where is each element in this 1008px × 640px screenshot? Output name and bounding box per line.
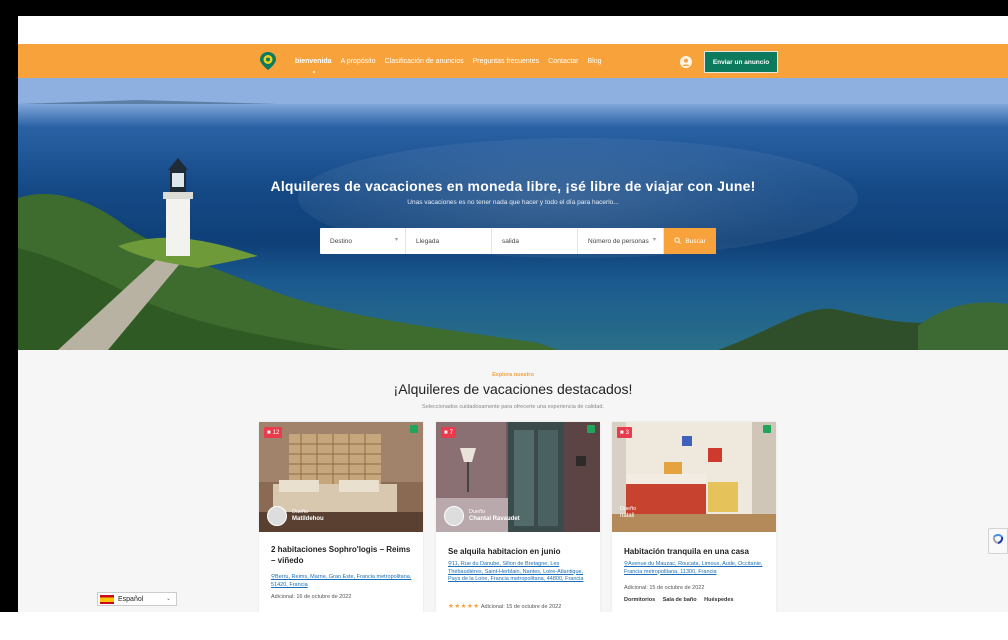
- owner-info: Dueño Matildehou: [267, 506, 324, 526]
- section-kicker: Explora nuestro: [492, 372, 534, 378]
- search-button[interactable]: Buscar: [664, 228, 716, 254]
- nav-link-faq[interactable]: Preguntas frecuentes: [473, 58, 540, 65]
- hero-title: Alquileres de vacaciones en moneda libre…: [270, 178, 756, 194]
- photo-count: 3: [625, 429, 629, 436]
- listing-date: Adicional: 16 de octubre de 2022: [271, 594, 352, 600]
- owner-info: Dueño Chantal Ravaudet: [444, 506, 520, 526]
- listing-address-link[interactable]: ⚲Avenue du Mauzac, Roucata, Limoux, Aude…: [624, 561, 769, 576]
- arrival-label: Llegada: [416, 237, 440, 245]
- photo-count-badge: ■ 3: [617, 427, 632, 438]
- photo-count-badge: ■ 12: [264, 427, 283, 438]
- listing-date: Adicional: 15 de octubre de 2022: [624, 585, 705, 591]
- chevron-down-icon: ▾: [394, 237, 398, 243]
- nav-link-contact[interactable]: Contactar: [548, 58, 578, 65]
- feature-bathroom: Sala de baño: [662, 597, 697, 603]
- hero-banner: Alquileres de vacaciones en moneda libre…: [18, 78, 1008, 350]
- photo-count: 12: [272, 429, 280, 436]
- window-top-bar: [0, 0, 1008, 16]
- rating-stars-icon: ★★★★★: [448, 603, 480, 610]
- owner-info: Dueño natali: [620, 506, 636, 520]
- owner-name: Chantal Ravaudet: [469, 516, 520, 522]
- chevron-down-icon: ▾: [652, 237, 656, 243]
- listing-title[interactable]: Se alquila habitacion en junio: [448, 546, 588, 557]
- avatar[interactable]: [444, 506, 464, 526]
- spain-flag-icon: [100, 594, 114, 604]
- departure-date-input[interactable]: salida: [492, 228, 578, 254]
- listing-address-link[interactable]: ⚲Berru, Reims, Marne, Gran Este, Francia…: [271, 574, 416, 589]
- top-navbar: bienvenida A propósito Clasificación de …: [18, 44, 1008, 78]
- featured-icon: [763, 425, 771, 433]
- language-label: Español: [118, 595, 144, 603]
- listing-title[interactable]: 2 habitaciones Sophro'logis – Reims – vi…: [271, 544, 411, 566]
- owner-name: natali: [620, 513, 635, 519]
- search-button-label: Buscar: [685, 237, 706, 245]
- listing-address: Berru, Reims, Marne, Gran Este, Francia …: [271, 574, 412, 588]
- listing-photo[interactable]: [612, 422, 776, 532]
- destination-label: Destino: [330, 237, 353, 245]
- section-title: ¡Alquileres de vacaciones destacados!: [393, 381, 633, 397]
- listing-address: 11, Rue du Danube, Sillon de Bretagne, L…: [448, 561, 584, 582]
- listing-card[interactable]: ■ 7 Dueño Chantal Ravaudet Se alquila ha…: [436, 422, 600, 622]
- listing-rating-row: ★★★★★ Adicional: 15 de octubre de 2022: [448, 602, 561, 610]
- window-left-edge: [0, 0, 18, 640]
- featured-icon: [587, 425, 595, 433]
- listing-features: Dormitorios Sala de baño Huéspedes: [624, 597, 740, 603]
- user-account-icon[interactable]: [680, 55, 692, 68]
- language-selector[interactable]: Español ⌄: [97, 592, 177, 606]
- nav-link-bienvenida[interactable]: bienvenida: [295, 58, 332, 73]
- departure-label: salida: [502, 237, 519, 245]
- page-bottom-area: [0, 612, 1008, 640]
- photo-count: 7: [449, 429, 453, 436]
- nav-links: bienvenida A propósito Clasificación de …: [295, 44, 611, 78]
- arrival-date-input[interactable]: Llegada: [406, 228, 492, 254]
- section-subtitle: Seleccionados cuidadosamente para ofrece…: [422, 404, 604, 410]
- featured-section: Explora nuestro ¡Alquileres de vacacione…: [18, 350, 1008, 622]
- featured-icon: [410, 425, 418, 433]
- search-bar: Destino ▾ Llegada salida Número de perso…: [320, 228, 716, 254]
- camera-icon: ■: [620, 429, 624, 436]
- owner-role: Dueño: [620, 506, 637, 512]
- owner-role: Dueño: [469, 509, 486, 515]
- listing-address: Avenue du Mauzac, Roucata, Limoux, Aude,…: [624, 561, 763, 575]
- listing-card[interactable]: ■ 12 Dueño Matildehou 2 habitaciones Sop…: [259, 422, 423, 622]
- camera-icon: ■: [267, 429, 271, 436]
- feature-bedrooms: Dormitorios: [624, 597, 656, 603]
- owner-name: Matildehou: [292, 516, 324, 522]
- recaptcha-icon: [992, 534, 1004, 544]
- guests-select[interactable]: Número de personas ▾: [578, 228, 664, 254]
- owner-role: Dueño: [292, 509, 309, 515]
- search-icon: [674, 236, 682, 246]
- nav-link-blog[interactable]: Blog: [588, 58, 602, 65]
- camera-icon: ■: [444, 429, 448, 436]
- nav-link-about[interactable]: A propósito: [341, 58, 376, 65]
- hero-subtitle: Unas vacaciones es no tener nada que hac…: [407, 199, 619, 206]
- listing-address-link[interactable]: ⚲11, Rue du Danube, Sillon de Bretagne, …: [448, 561, 593, 584]
- site-logo-icon[interactable]: [258, 51, 278, 71]
- listing-card[interactable]: ■ 3 Dueño natali Habitación tranquila en…: [612, 422, 776, 622]
- listing-date: Adicional: 15 de octubre de 2022: [480, 604, 562, 610]
- feature-guests: Huéspedes: [704, 597, 734, 603]
- destination-select[interactable]: Destino ▾: [320, 228, 406, 254]
- photo-count-badge: ■ 7: [441, 427, 456, 438]
- nav-link-listings[interactable]: Clasificación de anuncios: [385, 58, 464, 65]
- recaptcha-badge[interactable]: [988, 528, 1008, 554]
- post-listing-button[interactable]: Enviar un anuncio: [704, 51, 778, 73]
- chevron-down-icon: ⌄: [165, 596, 171, 602]
- avatar[interactable]: [267, 506, 287, 526]
- listing-title[interactable]: Habitación tranquila en una casa: [624, 546, 764, 557]
- guests-label: Número de personas: [588, 237, 649, 245]
